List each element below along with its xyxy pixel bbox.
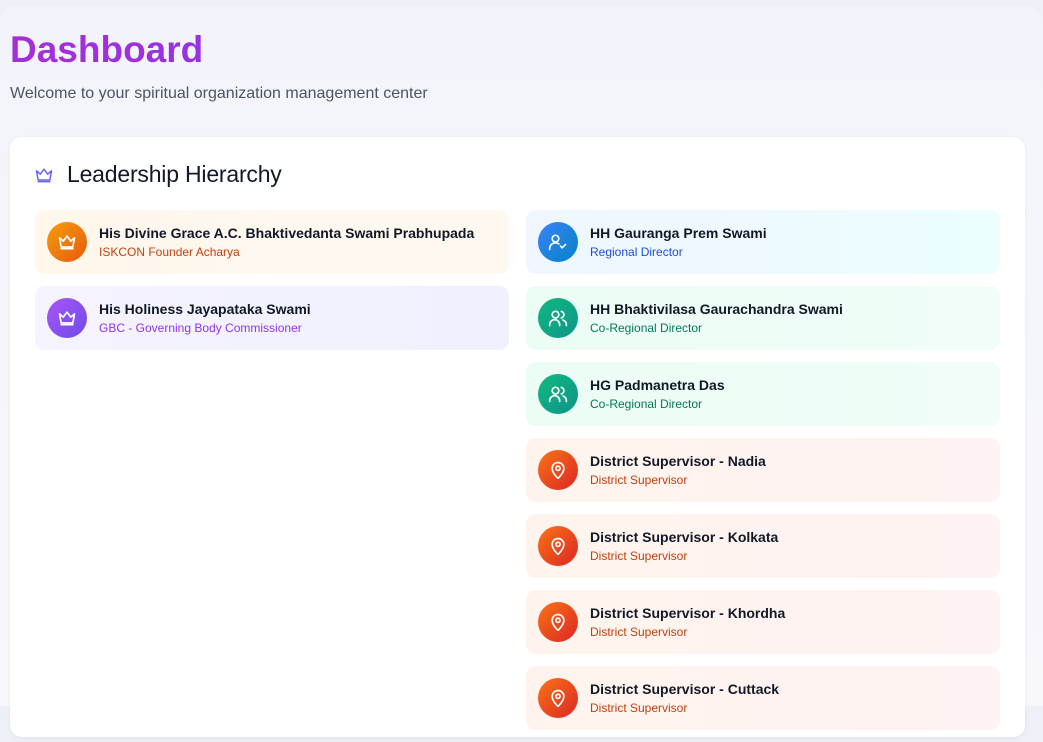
page-subtitle: Welcome to your spiritual organization m… xyxy=(10,85,428,102)
leader-card[interactable]: His Holiness Jayapataka Swami GBC - Gove… xyxy=(35,286,509,350)
map-pin-icon xyxy=(551,537,565,556)
leader-role: Regional Director xyxy=(590,245,683,259)
leader-name: District Supervisor - Nadia xyxy=(590,453,766,469)
leader-name: District Supervisor - Khordha xyxy=(590,605,786,621)
leader-avatar xyxy=(47,222,87,262)
crown-icon xyxy=(58,311,76,326)
leadership-title: Leadership Hierarchy xyxy=(67,161,282,187)
map-pin-icon xyxy=(551,613,565,632)
leader-name: HH Bhaktivilasa Gaurachandra Swami xyxy=(590,301,843,317)
leader-role: District Supervisor xyxy=(590,473,688,487)
leadership-column-right: HH Gauranga Prem Swami Regional Director… xyxy=(526,210,1000,742)
leader-name: HG Padmanetra Das xyxy=(590,377,725,393)
users-icon xyxy=(548,386,568,403)
leader-role: District Supervisor xyxy=(590,549,688,563)
page-title: Dashboard xyxy=(10,29,204,70)
leader-name: HH Gauranga Prem Swami xyxy=(590,225,767,241)
leadership-column-left: His Divine Grace A.C. Bhaktivedanta Swam… xyxy=(35,210,509,362)
leadership-card: Leadership Hierarchy His Divine Grace A.… xyxy=(10,137,1025,737)
leader-card[interactable]: District Supervisor - Khordha District S… xyxy=(526,590,1000,654)
map-pin-icon xyxy=(551,689,565,708)
leadership-header: Leadership Hierarchy xyxy=(34,161,282,188)
leader-card[interactable]: His Divine Grace A.C. Bhaktivedanta Swam… xyxy=(35,210,509,274)
leader-name: District Supervisor - Cuttack xyxy=(590,681,780,697)
leader-role: GBC - Governing Body Commissioner xyxy=(99,321,302,335)
leader-avatar xyxy=(538,222,578,262)
dashboard-page: Dashboard Welcome to your spiritual orga… xyxy=(0,6,1043,737)
leader-role: District Supervisor xyxy=(590,701,688,715)
leader-avatar xyxy=(538,298,578,338)
leader-card[interactable]: District Supervisor - Cuttack District S… xyxy=(526,666,1000,730)
leader-avatar xyxy=(47,298,87,338)
leader-card[interactable]: HH Bhaktivilasa Gaurachandra Swami Co-Re… xyxy=(526,286,1000,350)
user-check-icon xyxy=(548,234,567,251)
leader-name: His Divine Grace A.C. Bhaktivedanta Swam… xyxy=(99,225,475,241)
leader-role: Co-Regional Director xyxy=(590,321,703,335)
leader-card[interactable]: HG Padmanetra Das Co-Regional Director xyxy=(526,362,1000,426)
leader-avatar xyxy=(538,450,578,490)
leader-name: His Holiness Jayapataka Swami xyxy=(99,301,311,317)
leader-card[interactable]: District Supervisor - Kolkata District S… xyxy=(526,514,1000,578)
leader-card[interactable]: District Supervisor - Nadia District Sup… xyxy=(526,438,1000,502)
leader-role: ISKCON Founder Acharya xyxy=(99,245,240,259)
leader-name: District Supervisor - Kolkata xyxy=(590,529,779,545)
leader-avatar xyxy=(538,374,578,414)
crown-icon xyxy=(58,235,76,250)
leader-card[interactable]: HH Gauranga Prem Swami Regional Director xyxy=(526,210,1000,274)
leader-role: District Supervisor xyxy=(590,625,688,639)
map-pin-icon xyxy=(551,461,565,480)
leader-avatar xyxy=(538,526,578,566)
leader-avatar xyxy=(538,678,578,718)
users-icon xyxy=(548,310,568,327)
crown-icon xyxy=(35,167,53,182)
leader-role: Co-Regional Director xyxy=(590,397,703,411)
leader-avatar xyxy=(538,602,578,642)
